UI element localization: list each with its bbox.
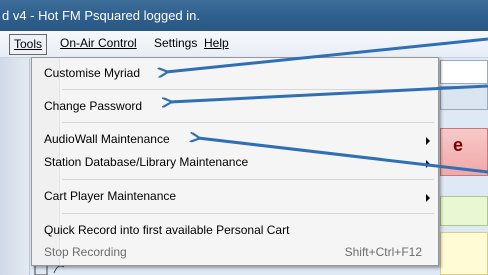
tools-dropdown-menu: Customise Myriad Change Password AudioWa… <box>31 57 439 266</box>
menu-item-label: Change Password <box>44 99 143 113</box>
menu-bar: Tools On-Air Control Settings Help <box>0 31 488 58</box>
background-yellow-panel <box>440 232 488 275</box>
background-red-panel: e <box>440 128 488 176</box>
menu-item-label: Stop Recording <box>44 245 127 259</box>
submenu-arrow-icon <box>426 194 430 202</box>
menu-item-label: Customise Myriad <box>44 66 141 80</box>
submenu-arrow-icon <box>426 137 430 145</box>
background-partial-text: e <box>453 135 464 155</box>
menu-item-audiowall-maintenance[interactable]: AudioWall Maintenance <box>32 129 438 151</box>
menu-item-label: AudioWall Maintenance <box>44 132 170 146</box>
menu-on-air-control[interactable]: On-Air Control <box>56 34 141 55</box>
menu-settings-label: Settings <box>154 36 198 50</box>
menu-item-station-database-library-maintenance[interactable]: Station Database/Library Maintenance <box>32 152 438 174</box>
window-title-bar: d v4 - Hot FM Psquared logged in. <box>0 0 488 31</box>
menu-item-label: Quick Record into first available Person… <box>44 223 290 237</box>
menu-tools-label: Tools <box>14 37 43 51</box>
menu-item-shortcut: Shift+Ctrl+F12 <box>344 245 422 259</box>
menu-separator <box>62 89 434 90</box>
submenu-arrow-icon <box>426 160 430 168</box>
menu-help[interactable]: Help <box>200 34 233 55</box>
background-green-panel <box>440 196 488 226</box>
window-title: d v4 - Hot FM Psquared logged in. <box>2 8 200 23</box>
menu-item-change-password[interactable]: Change Password <box>32 96 438 118</box>
menu-separator <box>62 213 434 214</box>
menu-help-label: Help <box>204 36 229 50</box>
menu-item-cart-player-maintenance[interactable]: Cart Player Maintenance <box>32 186 438 208</box>
menu-settings[interactable]: Settings <box>150 34 201 55</box>
menu-separator <box>62 179 434 180</box>
menu-item-quick-record[interactable]: Quick Record into first available Person… <box>32 220 438 242</box>
menu-item-customise-myriad[interactable]: Customise Myriad <box>32 63 438 85</box>
menu-on-air-control-label: On-Air Control <box>60 36 137 50</box>
left-toolbar-strip <box>0 58 30 275</box>
menu-tools[interactable]: Tools <box>9 34 48 55</box>
menu-item-label: Cart Player Maintenance <box>44 189 177 203</box>
background-field <box>440 60 488 84</box>
menu-separator <box>62 122 434 123</box>
background-field <box>440 86 488 110</box>
menu-item-label: Station Database/Library Maintenance <box>44 155 249 169</box>
menu-item-stop-recording: Stop Recording Shift+Ctrl+F12 <box>32 242 438 264</box>
